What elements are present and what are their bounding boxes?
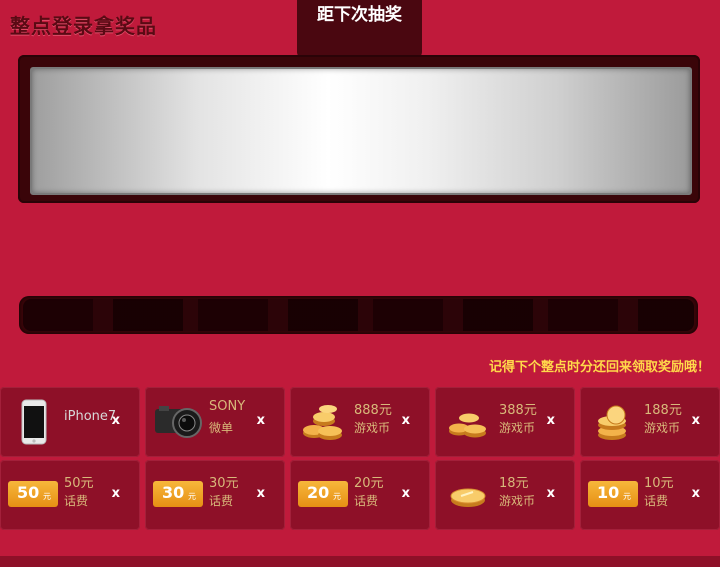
prize-multiplier: x: [546, 486, 555, 501]
coins-icon: [303, 405, 342, 440]
prize-subname: 微单: [209, 421, 234, 435]
ticket-icon: 30 元: [153, 481, 203, 507]
prize-name: 188元: [644, 403, 682, 418]
prize-cell-20-credit: 20 元 20元 话费 x: [290, 460, 430, 530]
ticket-unit: 元: [333, 492, 341, 501]
prize-name: 888元: [354, 403, 392, 418]
ticker-blur: [23, 299, 694, 331]
prize-cell-sony: SONY 微单 x: [145, 387, 285, 457]
prize-subname: 游戏币: [499, 494, 536, 508]
countdown-tab: 距下次抽奖: [297, 0, 422, 58]
prize-name: SONY: [209, 399, 246, 414]
prize-cell-388-coins: 388元 游戏币 x: [435, 387, 575, 457]
prize-name: 50元: [64, 476, 94, 491]
prize-cell-50-credit: 50 元 50元 话费 x: [0, 460, 140, 530]
prize-multiplier: x: [546, 413, 555, 428]
coin-icon: [450, 488, 486, 507]
ticket-unit: 元: [188, 492, 196, 501]
coins-icon: [598, 405, 626, 440]
prize-multiplier: x: [111, 413, 120, 428]
ticket-icon: 50 元: [8, 481, 58, 507]
prize-cell-iphone: iPhone7 x: [0, 387, 140, 457]
ticket-icon: 10 元: [588, 481, 638, 507]
phone-icon: [21, 399, 47, 445]
prize-subname: 话费: [644, 494, 669, 508]
prize-cell-188-coins: 188元 游戏币 x: [580, 387, 720, 457]
prize-multiplier: x: [401, 413, 410, 428]
countdown-display: [30, 67, 692, 195]
reminder-text: 记得下个整点时分还回来领取奖励哦！: [488, 360, 710, 375]
prize-name: 20元: [354, 476, 384, 491]
prize-cell-30-credit: 30 元 30元 话费 x: [145, 460, 285, 530]
prize-multiplier: x: [691, 413, 700, 428]
prize-multiplier: x: [256, 413, 265, 428]
prize-name: iPhone7: [64, 409, 117, 424]
countdown-frame: [18, 55, 700, 203]
prize-name: 388元: [499, 403, 537, 418]
bottom-bar: [0, 556, 720, 567]
ticket-value: 20: [307, 483, 330, 502]
prize-multiplier: x: [111, 486, 120, 501]
prize-cell-18-coins: 18元 游戏币 x: [435, 460, 575, 530]
prize-multiplier: x: [401, 486, 410, 501]
coins-icon: [449, 413, 486, 438]
ticket-unit: 元: [623, 492, 631, 501]
prize-subname: 话费: [209, 494, 234, 508]
camera-icon: [155, 406, 202, 438]
prize-subname: 游戏币: [499, 421, 536, 435]
winners-ticker: [19, 296, 698, 334]
prize-subname: 游戏币: [354, 421, 391, 435]
prize-name: 10元: [644, 476, 674, 491]
prize-name: 30元: [209, 476, 239, 491]
prize-subname: 话费: [354, 494, 379, 508]
prize-multiplier: x: [691, 486, 700, 501]
prize-cell-888-coins: 888元 游戏币 x: [290, 387, 430, 457]
prize-multiplier: x: [256, 486, 265, 501]
prize-subname: 游戏币: [644, 421, 681, 435]
prize-subname: 话费: [64, 494, 89, 508]
ticket-icon: 20 元: [298, 481, 348, 507]
ticket-value: 50: [17, 483, 40, 502]
ticket-value: 10: [597, 483, 620, 502]
prize-cell-10-credit: 10 元 10元 话费 x: [580, 460, 720, 530]
ticket-value: 30: [162, 483, 185, 502]
prize-name: 18元: [499, 476, 529, 491]
ticket-unit: 元: [43, 492, 51, 501]
page-title: 整点登录拿奖品: [10, 14, 157, 38]
